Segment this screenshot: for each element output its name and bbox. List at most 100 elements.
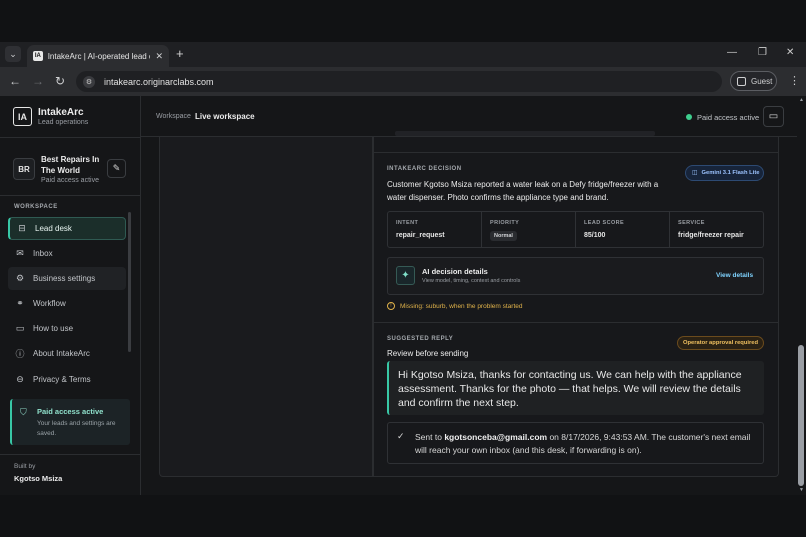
guest-profile-button[interactable]: Guest	[730, 71, 777, 91]
close-tab-icon[interactable]: ✕	[155, 51, 163, 62]
brand-subtitle: Lead operations	[38, 119, 89, 126]
screen-top-bezel	[0, 0, 806, 42]
business-name: Best Repairs In The World	[41, 155, 100, 175]
model-badge: ◫ Gemini 3.1 Flash Lite	[685, 165, 764, 181]
missing-info-text: Missing: suburb, when the problem starte…	[400, 303, 523, 310]
favicon-icon: IA	[33, 51, 43, 61]
inbox-tray-icon: ⊟	[18, 223, 26, 233]
ai-details-subtitle: View model, timing, context and controls	[422, 278, 521, 284]
paid-card-description: Your leads and settings are saved.	[37, 420, 116, 437]
ai-details-card[interactable]	[387, 257, 764, 295]
decision-summary: Customer Kgotso Msiza reported a water l…	[387, 180, 659, 202]
guest-label: Guest	[751, 76, 773, 86]
close-window-icon[interactable]: ✕	[786, 47, 794, 58]
intent-cell: INTENT repair_request	[388, 212, 482, 247]
service-cell: SERVICE fridge/freezer repair	[670, 212, 763, 247]
back-icon[interactable]: ←	[9, 74, 21, 88]
browser-menu-icon[interactable]: ⋮	[789, 74, 800, 87]
breadcrumb-workspace: Workspace	[156, 113, 191, 120]
sidebar-item-label: Workflow	[33, 299, 66, 308]
service-value: fridge/freezer repair	[678, 232, 744, 239]
lead-list-panel	[159, 137, 373, 477]
workspace-section-label: WORKSPACE	[14, 204, 58, 210]
lock-icon: ⊖	[16, 374, 24, 384]
screen-bottom-bezel	[0, 495, 806, 537]
sidebar-item-business-settings[interactable]: ⚙ Business settings	[8, 267, 126, 290]
profile-icon	[737, 76, 746, 86]
business-status: Paid access active	[41, 177, 99, 184]
warning-icon: !	[387, 302, 395, 310]
lead-score-label: LEAD SCORE	[584, 220, 625, 226]
forward-icon[interactable]: →	[32, 74, 44, 88]
sidebar-scrollbar[interactable]	[128, 212, 131, 352]
sparkle-icon: ✦	[396, 266, 415, 285]
sent-confirmation-text: Sent to kgotsonceba@gmail.com on 8/17/20…	[415, 431, 760, 456]
logo-icon: IA	[13, 107, 32, 126]
scrolled-content-remnant	[395, 131, 655, 136]
sent-prefix: Sent to	[415, 432, 445, 442]
tab-search-button[interactable]: ⌄	[5, 46, 21, 62]
paid-access-card: ⛉ Paid access active Your leads and sett…	[10, 399, 130, 445]
priority-badge: Normal	[490, 231, 517, 241]
priority-label: PRIORITY	[490, 220, 520, 226]
page-title: Live workspace	[195, 112, 255, 121]
site-info-icon[interactable]: ⚙	[83, 75, 95, 88]
lead-score-cell: LEAD SCORE 85/100	[576, 212, 670, 247]
sidebar-item-privacy[interactable]: ⊖ Privacy & Terms	[8, 368, 126, 391]
sidebar-item-about[interactable]: ⓘ About IntakeArc	[8, 342, 126, 365]
model-badge-label: Gemini 3.1 Flash Lite	[701, 170, 760, 176]
lead-score-value: 85/100	[584, 232, 606, 239]
intent-value: repair_request	[396, 232, 445, 239]
sidebar-item-workflow[interactable]: ⚭ Workflow	[8, 292, 126, 315]
priority-cell: PRIORITY Normal	[482, 212, 576, 247]
decision-section-label: INTAKEARC DECISION	[387, 166, 462, 172]
gear-icon: ⚙	[15, 273, 25, 283]
paid-card-title: Paid access active	[37, 407, 104, 416]
scroll-down-icon[interactable]: ▼	[799, 487, 804, 493]
tab-title: IntakeArc | AI-operated lead de	[47, 51, 151, 61]
address-bar[interactable]: ⚙ intakearc.originarclabs.com	[76, 71, 722, 92]
monitor-icon: ▭	[768, 111, 779, 122]
service-label: SERVICE	[678, 220, 705, 226]
sidebar-item-label: Inbox	[33, 249, 53, 258]
suggested-reply-text: Hi Kgotso Msiza, thanks for contacting u…	[398, 369, 742, 409]
view-details-link[interactable]: View details	[716, 272, 753, 279]
status-badge: Paid access active	[697, 113, 760, 122]
new-tab-button[interactable]: +	[176, 47, 184, 61]
main-scrollbar-thumb[interactable]	[798, 345, 804, 486]
workflow-icon: ⚭	[16, 298, 24, 308]
minimize-icon[interactable]: —	[727, 47, 737, 58]
sidebar-item-how-to-use[interactable]: ▭ How to use	[8, 317, 126, 340]
url-text: intakearc.originarclabs.com	[104, 76, 214, 87]
avatar: BR	[13, 158, 35, 180]
display-toggle-button[interactable]: ▭	[763, 106, 784, 127]
reload-icon[interactable]: ↻	[55, 74, 65, 88]
edit-business-button[interactable]: ✎	[107, 159, 126, 178]
divider	[373, 322, 779, 323]
brand: IntakeArc Lead operations	[38, 107, 88, 126]
shield-icon: ⛉	[20, 407, 27, 417]
sidebar-item-label: Lead desk	[35, 224, 72, 233]
chip-icon: ◫	[692, 170, 698, 176]
divider	[0, 137, 141, 138]
mail-icon: ✉	[16, 248, 24, 258]
book-icon: ▭	[15, 323, 25, 333]
restore-icon[interactable]: ❐	[758, 47, 767, 58]
chevron-down-icon: ⌄	[9, 48, 17, 59]
sidebar-item-label: How to use	[33, 324, 74, 333]
review-label: Review before sending	[387, 349, 469, 358]
info-icon: ⓘ	[15, 349, 25, 359]
divider	[0, 454, 141, 455]
sidebar-item-label: Privacy & Terms	[33, 375, 91, 384]
scroll-up-icon[interactable]: ▲	[799, 97, 804, 103]
divider	[0, 195, 141, 196]
status-dot-icon	[686, 114, 692, 120]
check-icon: ✓	[397, 431, 405, 441]
sidebar-item-lead-desk[interactable]: ⊟ Lead desk	[8, 217, 126, 240]
browser-tab[interactable]: IA IntakeArc | AI-operated lead de ✕	[27, 45, 169, 67]
divider	[373, 152, 779, 153]
sidebar-item-inbox[interactable]: ✉ Inbox	[8, 242, 126, 265]
sidebar-item-label: About IntakeArc	[33, 349, 90, 358]
approval-badge: Operator approval required	[677, 336, 764, 350]
lead-facts-grid: INTENT repair_request PRIORITY Normal LE…	[387, 211, 764, 248]
